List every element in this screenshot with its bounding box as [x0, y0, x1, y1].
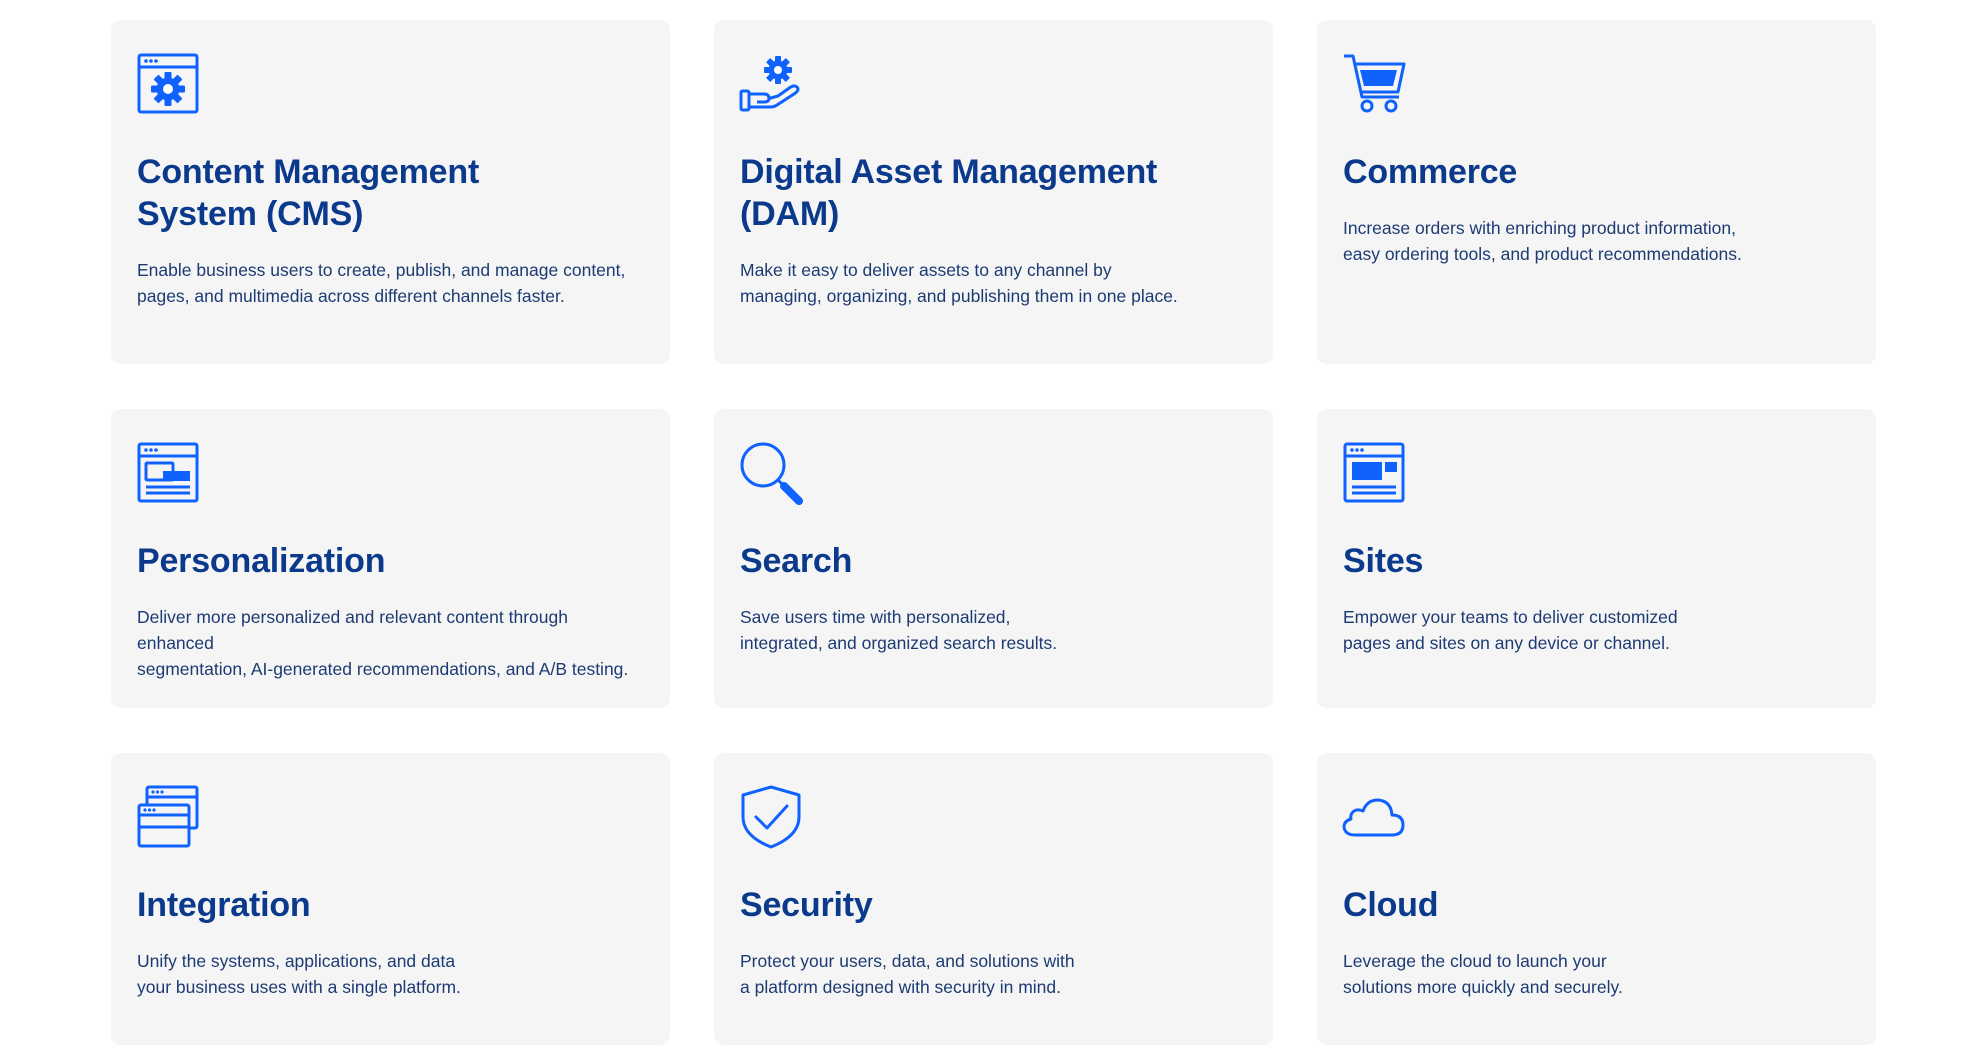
- card-description: Empower your teams to deliver customized…: [1343, 607, 1678, 653]
- browser-layout-icon: [135, 440, 201, 506]
- feature-card-sites[interactable]: Sites Empower your teams to deliver cust…: [1317, 409, 1876, 708]
- card-title: Commerce: [1343, 153, 1518, 191]
- card-description: Make it easy to deliver assets to any ch…: [740, 260, 1178, 306]
- feature-card-cms[interactable]: Content Management System (CMS) Enable b…: [111, 20, 670, 364]
- browser-site-icon: [1341, 440, 1407, 506]
- card-description: Increase orders with enriching product i…: [1343, 218, 1742, 264]
- feature-card-commerce[interactable]: Commerce Increase orders with enriching …: [1317, 20, 1876, 364]
- card-title: Cloud: [1343, 886, 1439, 924]
- card-title: Content Management System (CMS): [137, 153, 480, 233]
- feature-card-security[interactable]: Security Protect your users, data, and s…: [714, 753, 1273, 1045]
- card-title: Search: [740, 542, 853, 580]
- card-description: Protect your users, data, and solutions …: [740, 951, 1075, 997]
- card-description: Deliver more personalized and relevant c…: [137, 607, 629, 679]
- magnifier-icon: [738, 440, 804, 506]
- card-title: Sites: [1343, 542, 1424, 580]
- cloud-icon: [1341, 784, 1407, 850]
- shield-check-icon: [738, 784, 804, 850]
- feature-card-search[interactable]: Search Save users time with personalized…: [714, 409, 1273, 708]
- feature-card-cloud[interactable]: Cloud Leverage the cloud to launch your …: [1317, 753, 1876, 1045]
- card-description: Enable business users to create, publish…: [137, 260, 626, 306]
- card-title: Personalization: [137, 542, 386, 580]
- feature-card-dam[interactable]: Digital Asset Management (DAM) Make it e…: [714, 20, 1273, 364]
- feature-card-integration[interactable]: Integration Unify the systems, applicati…: [111, 753, 670, 1045]
- browser-gear-icon: [135, 51, 201, 117]
- card-title: Integration: [137, 886, 311, 924]
- feature-card-personalization[interactable]: Personalization Deliver more personalize…: [111, 409, 670, 708]
- shopping-cart-icon: [1341, 51, 1407, 117]
- feature-grid: Content Management System (CMS) Enable b…: [111, 20, 1877, 1045]
- card-title: Digital Asset Management (DAM): [740, 153, 1158, 233]
- stacked-windows-icon: [135, 784, 201, 850]
- card-description: Unify the systems, applications, and dat…: [137, 951, 461, 997]
- card-description: Leverage the cloud to launch your soluti…: [1343, 951, 1623, 997]
- card-title: Security: [740, 886, 873, 924]
- hand-gear-icon: [738, 51, 804, 117]
- card-description: Save users time with personalized, integ…: [740, 607, 1058, 653]
